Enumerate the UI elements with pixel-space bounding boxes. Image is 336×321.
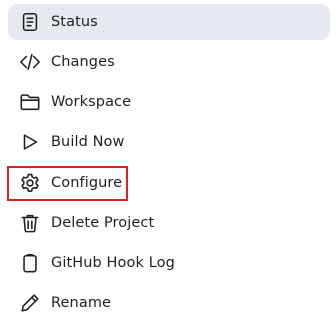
document-icon	[18, 10, 42, 34]
sidebar-item-label: Delete Project	[51, 215, 155, 231]
sidebar-item-label: Rename	[51, 295, 112, 311]
sidebar-item-workspace[interactable]: Workspace	[8, 84, 330, 120]
sidebar-item-status[interactable]: Status	[8, 4, 330, 40]
gear-icon	[18, 171, 42, 195]
sidebar-item-label: Workspace	[51, 94, 132, 110]
sidebar-item-label: Configure	[51, 175, 123, 191]
sidebar-item-github-hook-log[interactable]: GitHub Hook Log	[8, 245, 330, 281]
pencil-icon	[18, 291, 42, 315]
sidebar-item-rename[interactable]: Rename	[8, 285, 330, 321]
sidebar-item-label: Changes	[51, 54, 115, 70]
sidebar-item-build-now[interactable]: Build Now	[8, 124, 330, 160]
sidebar-item-changes[interactable]: Changes	[8, 44, 330, 80]
clipboard-icon	[18, 251, 42, 275]
trash-icon	[18, 211, 42, 235]
sidebar-item-label: Status	[51, 14, 98, 30]
sidebar-item-label: Build Now	[51, 134, 125, 150]
folder-icon	[18, 90, 42, 114]
code-icon	[18, 50, 42, 74]
play-icon	[18, 130, 42, 154]
sidebar-item-label: GitHub Hook Log	[51, 255, 175, 271]
sidebar-item-delete-project[interactable]: Delete Project	[8, 205, 330, 241]
sidebar-item-configure[interactable]: Configure	[8, 165, 330, 201]
sidebar-task-list: Status Changes Workspace Build Now Confi…	[0, 0, 336, 321]
